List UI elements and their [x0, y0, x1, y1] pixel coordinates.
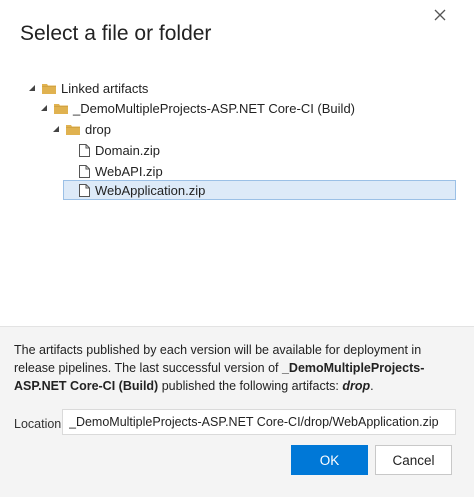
file-icon [79, 164, 90, 178]
description-text: published the following artifacts: [158, 379, 343, 393]
tree-node-file[interactable]: WebAPI.zip [79, 161, 163, 181]
ok-button[interactable]: OK [291, 445, 368, 475]
close-icon [434, 9, 446, 21]
tree-node-label: drop [85, 121, 112, 137]
location-label: Location [14, 417, 62, 431]
dialog-title: Select a file or folder [20, 22, 212, 45]
expand-triangle-icon[interactable] [26, 82, 38, 94]
tree-node-file[interactable]: Domain.zip [79, 140, 160, 160]
tree-node-drop[interactable]: drop [50, 119, 111, 139]
folder-icon [66, 124, 80, 135]
file-icon [79, 143, 90, 157]
artifacts-description: The artifacts published by each version … [14, 341, 460, 395]
info-panel: The artifacts published by each version … [0, 326, 474, 497]
expand-triangle-icon[interactable] [38, 102, 50, 114]
tree-node-build[interactable]: _DemoMultipleProjects-ASP.NET Core-CI (B… [38, 98, 355, 118]
folder-icon [54, 103, 68, 114]
select-file-dialog: Select a file or folder Linked artifacts [0, 0, 474, 497]
tree-node-file-selected[interactable]: WebApplication.zip [63, 180, 456, 200]
tree-node-label: Domain.zip [95, 142, 161, 158]
file-icon [79, 183, 90, 197]
description-text: . [370, 379, 374, 393]
expand-triangle-icon[interactable] [50, 123, 62, 135]
artifact-name: drop [342, 379, 371, 393]
tree-node-label: Linked artifacts [61, 80, 149, 96]
tree-node-label: WebApplication.zip [95, 182, 206, 198]
close-button[interactable] [428, 3, 452, 27]
tree-node-label: _DemoMultipleProjects-ASP.NET Core-CI (B… [73, 100, 356, 116]
cancel-button[interactable]: Cancel [375, 445, 452, 475]
location-input[interactable] [62, 409, 456, 435]
tree-node-label: WebAPI.zip [95, 163, 163, 179]
tree-node-linked-artifacts[interactable]: Linked artifacts [26, 78, 148, 98]
folder-icon [42, 83, 56, 94]
